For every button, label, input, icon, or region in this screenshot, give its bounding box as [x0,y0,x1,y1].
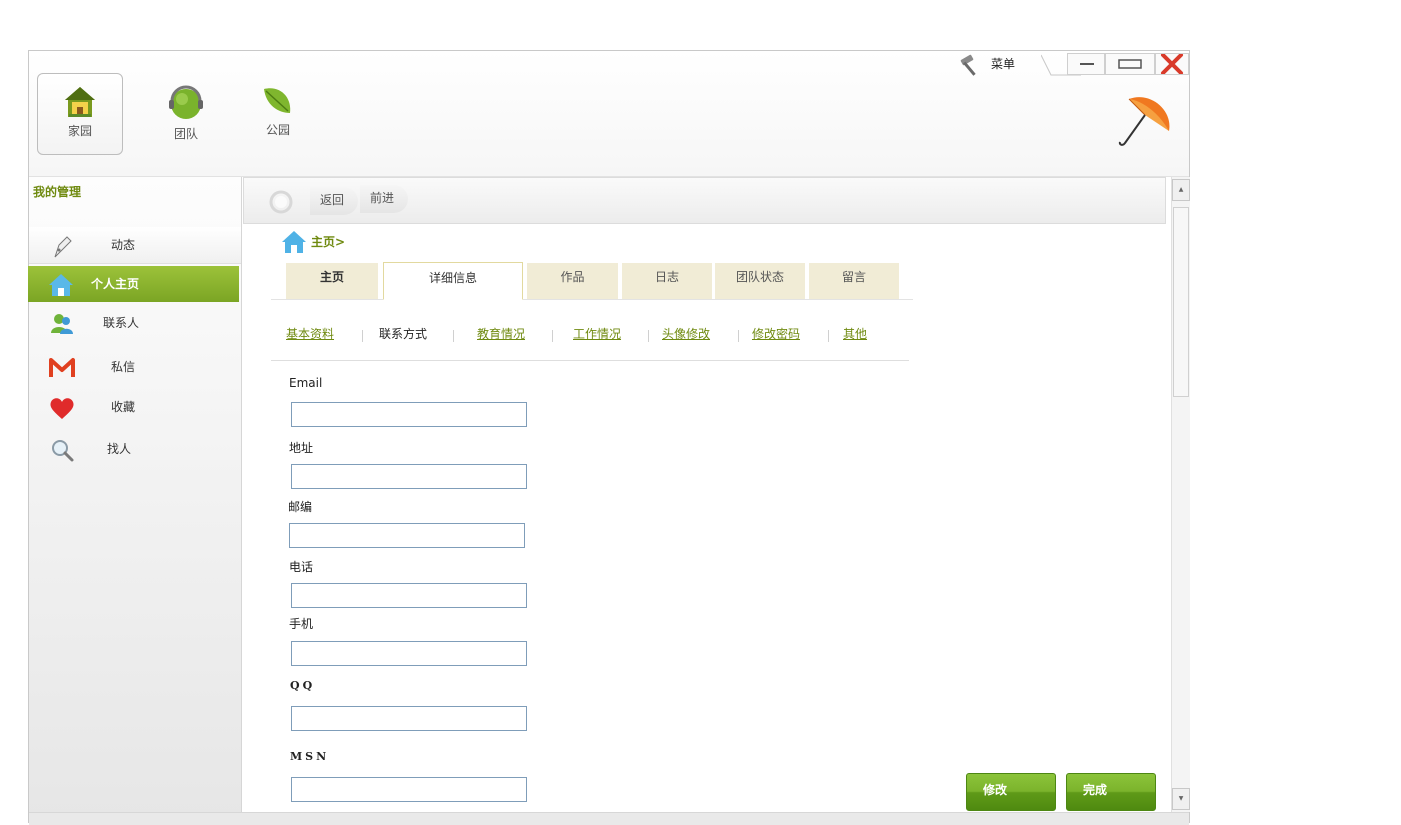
scroll-up-arrow[interactable]: ▲ [1172,179,1190,201]
house-icon [65,87,95,117]
hammer-icon [960,54,976,76]
email-field[interactable] [291,402,527,427]
subtab-separator [453,330,454,342]
sidebar-item-messages[interactable]: 私信 [29,349,241,385]
tab-log[interactable]: 日志 [622,263,712,299]
done-button[interactable]: 完成 [1066,773,1156,811]
nav-home[interactable]: 家园 [37,73,123,155]
app-window: 家园 团队 公园 菜单 我的管理 动态 个人主页 联系人 私信 收藏 找人 返回… [28,50,1190,825]
email-label: Email [289,376,323,390]
tab-details[interactable]: 详细信息 [383,262,523,300]
bottom-strip [29,812,1189,825]
nav-park-label: 公园 [265,123,290,137]
vertical-scrollbar[interactable]: ▲ ▼ [1171,177,1190,812]
search-icon [52,440,74,462]
home-icon [49,274,73,296]
subtab-bar: 基本资料 联系方式 教育情况 工作情况 头像修改 修改密码 其他 [271,317,909,361]
nav-team-label: 团队 [173,127,198,141]
main-content: 返回 前进 主页> 主页 详细信息 作品 日志 团队状态 留言 基本资料 联系方… [243,177,1167,812]
nav-home-label: 家园 [67,124,92,138]
modify-button[interactable]: 修改 [966,773,1056,811]
maximize-icon [1118,59,1142,69]
sidebar-item-find-people[interactable]: 找人 [29,431,241,467]
pen-icon [54,236,72,258]
refresh-icon[interactable] [268,189,294,215]
nav-park[interactable]: 公园 [235,73,321,155]
qq-field[interactable] [291,706,527,731]
sidebar-item-label: 动态 [111,238,136,252]
close-icon [1161,53,1183,75]
sidebar-item-favorites[interactable]: 收藏 [29,389,241,425]
mobile-label: 手机 [289,617,314,631]
subtab-basic-info[interactable]: 基本资料 [286,325,334,342]
home-icon [282,231,306,253]
tab-works[interactable]: 作品 [527,263,618,299]
scroll-thumb[interactable] [1173,207,1189,397]
postcode-field[interactable] [289,523,525,548]
subtab-contact[interactable]: 联系方式 [379,325,427,342]
subtab-other[interactable]: 其他 [843,325,867,342]
sidebar-item-label: 找人 [107,442,132,456]
forward-button[interactable]: 前进 [360,185,409,213]
toolbar: 返回 前进 [243,177,1166,224]
tab-bar: 主页 详细信息 作品 日志 团队状态 留言 [271,261,913,300]
address-field[interactable] [291,464,527,489]
menu-button[interactable]: 菜单 [991,55,1015,72]
tab-home[interactable]: 主页 [286,263,378,299]
address-label: 地址 [289,441,314,455]
sidebar-title: 我的管理 [33,185,82,199]
msn-field[interactable] [291,777,527,802]
sidebar-item-label: 收藏 [111,400,136,414]
leaf-icon [264,88,291,113]
sidebar-item-label: 私信 [111,360,136,374]
subtab-separator [738,330,739,342]
tab-team-status[interactable]: 团队状态 [715,263,805,299]
sidebar-item-contacts[interactable]: 联系人 [29,305,241,341]
minimize-button[interactable] [1067,53,1105,75]
subtab-separator [552,330,553,342]
subtab-separator [648,330,649,342]
globe-headset-icon [169,85,203,119]
back-button[interactable]: 返回 [310,187,359,215]
subtab-education[interactable]: 教育情况 [477,325,525,342]
mail-m-icon [49,358,75,377]
msn-label: MSN [290,750,330,763]
phone-label: 电话 [289,560,314,574]
tab-messages[interactable]: 留言 [809,263,899,299]
heart-icon [50,398,74,419]
postcode-label: 邮编 [288,500,313,514]
sidebar-item-activity[interactable]: 动态 [29,227,241,264]
breadcrumb-link[interactable]: 主页> [311,233,345,250]
maximize-button[interactable] [1105,53,1155,75]
scroll-down-arrow[interactable]: ▼ [1172,788,1190,810]
sidebar-item-profile[interactable]: 个人主页 [28,266,239,302]
top-bar: 家园 团队 公园 菜单 [29,51,1189,177]
sidebar-item-label: 个人主页 [91,277,140,291]
sidebar-item-label: 联系人 [103,316,140,330]
sidebar: 我的管理 动态 个人主页 联系人 私信 收藏 找人 [28,177,242,824]
subtab-avatar[interactable]: 头像修改 [662,325,710,342]
subtab-separator [828,330,829,342]
phone-field[interactable] [291,583,527,608]
mobile-field[interactable] [291,641,527,666]
minimize-icon [1080,63,1094,65]
contacts-icon [51,314,73,334]
umbrella-logo-icon [1118,97,1170,146]
subtab-separator [362,330,363,342]
nav-team[interactable]: 团队 [143,73,229,155]
subtab-password[interactable]: 修改密码 [752,325,800,342]
qq-label: QQ [290,679,316,692]
subtab-work[interactable]: 工作情况 [573,325,621,342]
close-button[interactable] [1155,53,1189,75]
